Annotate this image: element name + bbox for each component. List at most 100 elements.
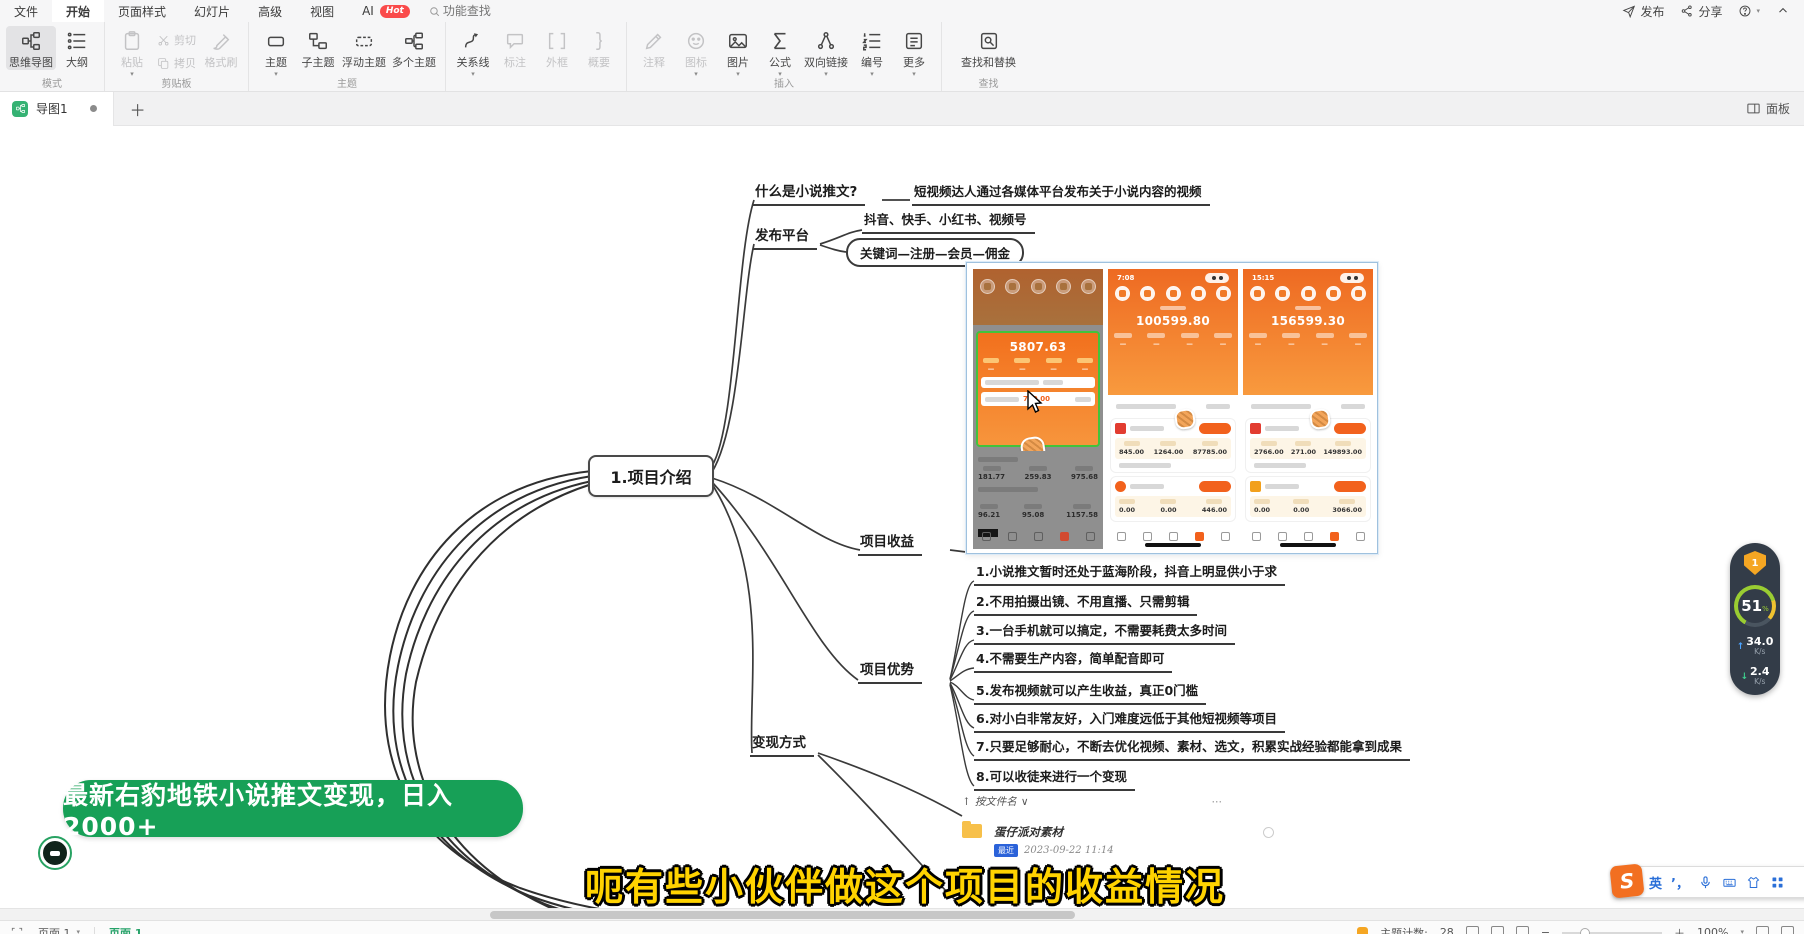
relation-line-button[interactable]: 关系线 ▾ xyxy=(452,26,494,77)
advantage-item[interactable]: 4.不需要生产内容，简单配音即可 xyxy=(974,648,1172,673)
advantage-item[interactable]: 1.小说推文暂时还处于蓝海阶段，抖音上明显供小于求 xyxy=(974,561,1285,586)
topic-project-income[interactable]: 项目收益 xyxy=(858,530,922,556)
subtopic-icon xyxy=(307,30,329,52)
menu-tab-advanced[interactable]: 高级 xyxy=(244,0,296,22)
cut-button[interactable]: 剪切 xyxy=(157,32,196,48)
share-icon xyxy=(1680,4,1694,18)
horizontal-scrollbar[interactable] xyxy=(0,908,1804,920)
advantage-item[interactable]: 7.只要足够耐心，不断去优化视频、素材、选文，积累实战经验都能拿到成果 xyxy=(974,736,1410,761)
topic-count-icon xyxy=(1357,927,1368,934)
topic-platforms[interactable]: 发布平台 xyxy=(753,224,817,250)
zoom-level[interactable]: 100% xyxy=(1697,926,1728,934)
grid-view-icon[interactable] xyxy=(1466,926,1479,934)
topic-button[interactable]: 主题 ▾ xyxy=(255,26,297,77)
system-monitor-widget[interactable]: 1 51% ↑ 34.0K/s ↓ 2.4K/s xyxy=(1730,543,1780,695)
menu-tab-slides[interactable]: 幻灯片 xyxy=(180,0,244,22)
mindmap-mode-button[interactable]: 思维导图 xyxy=(6,26,56,70)
unsaved-dot xyxy=(90,105,97,112)
skin-icon[interactable] xyxy=(1746,875,1761,890)
page-selector[interactable]: 页面 1 xyxy=(38,925,71,934)
new-sheet-button[interactable]: ＋ xyxy=(130,97,146,121)
keyboard-icon[interactable] xyxy=(1722,875,1737,890)
format-painter-button[interactable]: 格式刷 xyxy=(200,26,242,70)
mindmap-icon xyxy=(20,30,42,52)
ime-punctuation-toggle[interactable]: ’， xyxy=(1671,873,1689,892)
summary-button[interactable]: 概要 xyxy=(578,26,620,70)
bidirectional-link-button[interactable]: 双向链接 ▾ xyxy=(801,26,851,77)
zoom-slider[interactable] xyxy=(1562,932,1662,934)
menu-tab-page-style[interactable]: 页面样式 xyxy=(104,0,180,22)
menu-tab-file[interactable]: 文件 xyxy=(0,0,52,22)
selected-earnings-card: 5807.63 —— —— 780.00 xyxy=(976,331,1100,447)
ribbon-group-topic: 主题 ▾ 子主题 浮动主题 多个主题 主题 xyxy=(249,22,446,91)
summary-icon xyxy=(588,30,610,52)
formula-button[interactable]: 公式 ▾ xyxy=(759,26,801,77)
callout-icon xyxy=(504,30,526,52)
zoom-out-button[interactable]: − xyxy=(1541,926,1550,934)
comment-button[interactable]: 注释 xyxy=(633,26,675,70)
panel-icon xyxy=(1746,101,1761,116)
root-topic[interactable]: 1.项目介绍 xyxy=(588,455,714,497)
frame-button[interactable]: 外框 xyxy=(536,26,578,70)
search-icon xyxy=(428,5,441,18)
multiple-topics-button[interactable]: 多个主题 xyxy=(389,26,439,70)
toolbox-icon[interactable] xyxy=(1770,875,1785,890)
more-insert-button[interactable]: 更多 ▾ xyxy=(893,26,935,77)
ai-assistant-button[interactable] xyxy=(40,838,70,868)
microphone-icon[interactable] xyxy=(1698,875,1713,890)
download-arrow-icon: ↓ xyxy=(1740,672,1748,682)
subtopic-button[interactable]: 子主题 xyxy=(297,26,339,70)
save-view-icon[interactable] xyxy=(1491,926,1504,934)
sogou-logo-icon[interactable]: S xyxy=(1609,863,1644,898)
menu-tab-view[interactable]: 视图 xyxy=(296,0,348,22)
mindmap-canvas[interactable]: 1.项目介绍 什么是小说推文? 短视频达人通过各媒体平台发布关于小说内容的视频 … xyxy=(0,126,1804,920)
find-replace-icon xyxy=(978,30,1000,52)
callout-button[interactable]: 标注 xyxy=(494,26,536,70)
topic-what-is[interactable]: 什么是小说推文? xyxy=(753,180,865,206)
doc-tab-map1[interactable]: 导图1 xyxy=(0,92,114,126)
shield-badge-icon: 1 xyxy=(1744,551,1766,575)
floating-topic-button[interactable]: 浮动主题 xyxy=(339,26,389,70)
icon-insert-button[interactable]: 图标 ▾ xyxy=(675,26,717,77)
feature-search-input[interactable] xyxy=(441,3,531,19)
scrollbar-thumb[interactable] xyxy=(490,911,1075,919)
topic-monetization[interactable]: 变现方式 xyxy=(750,731,814,757)
file-radio[interactable] xyxy=(1263,827,1274,838)
share-button[interactable]: 分享 xyxy=(1680,3,1722,20)
copy-button[interactable]: 拷贝 xyxy=(157,55,196,71)
paste-button[interactable]: 粘贴 ▾ xyxy=(111,26,153,77)
drag-handle-icon[interactable]: ⋯ xyxy=(1212,796,1223,808)
advantage-item[interactable]: 8.可以收徒来进行一个变现 xyxy=(974,766,1135,791)
find-replace-button[interactable]: 查找和替换 xyxy=(958,26,1019,70)
fit-view-icon[interactable] xyxy=(1516,926,1529,934)
menu-tab-ai[interactable]: AI xyxy=(348,0,378,22)
ime-language-toggle[interactable]: 英 xyxy=(1649,873,1662,892)
topic-project-advantages[interactable]: 项目优势 xyxy=(858,658,922,684)
selection-mode-icon[interactable] xyxy=(10,926,24,934)
ime-toolbar[interactable]: S 英 ’， xyxy=(1612,866,1804,898)
collapse-ribbon-icon[interactable] xyxy=(1776,4,1790,18)
numbering-button[interactable]: 编号 ▾ xyxy=(851,26,893,77)
outline-mode-button[interactable]: 大纲 xyxy=(56,26,98,70)
cut-icon xyxy=(157,34,170,47)
advantage-item[interactable]: 6.对小白非常友好，入门难度远低于其他短视频等项目 xyxy=(974,708,1285,733)
file-row[interactable]: 蛋仔派对素材 最近 2023-09-22 11:14 xyxy=(962,821,1292,857)
advantage-item[interactable]: 2.不用拍摄出镜、不用直播、只需剪辑 xyxy=(974,591,1197,616)
panel-toggle-button[interactable]: 面板 xyxy=(1746,100,1790,117)
document-tab-bar: 导图1 ＋ 面板 xyxy=(0,92,1804,126)
topic-what-is-child[interactable]: 短视频达人通过各媒体平台发布关于小说内容的视频 xyxy=(912,181,1210,206)
help-button[interactable]: ▾ xyxy=(1738,4,1760,18)
zoom-in-button[interactable]: ＋ xyxy=(1674,925,1685,934)
active-page-tab[interactable]: 页面 1 xyxy=(109,925,142,934)
menu-tab-home[interactable]: 开始 xyxy=(52,0,104,22)
advantage-item[interactable]: 5.发布视频就可以产生收益，真正0门槛 xyxy=(974,680,1206,705)
image-insert-button[interactable]: 图片 ▾ xyxy=(717,26,759,77)
advantage-item[interactable]: 3.一台手机就可以搞定，不需要耗费太多时间 xyxy=(974,620,1235,645)
topic-platform-list[interactable]: 抖音、快手、小红书、视频号 xyxy=(862,209,1035,234)
publish-button[interactable]: 发布 xyxy=(1622,3,1664,20)
menubar: 文件 开始 页面样式 幻灯片 高级 视图 AI Hot 发布 分享 ▾ xyxy=(0,0,1804,22)
minimize-panel-icon[interactable] xyxy=(1781,926,1794,934)
fullscreen-icon[interactable] xyxy=(1756,926,1769,934)
ribbon-group-find: 查找和替换 查找 xyxy=(942,22,1035,91)
feature-search[interactable] xyxy=(428,3,531,19)
